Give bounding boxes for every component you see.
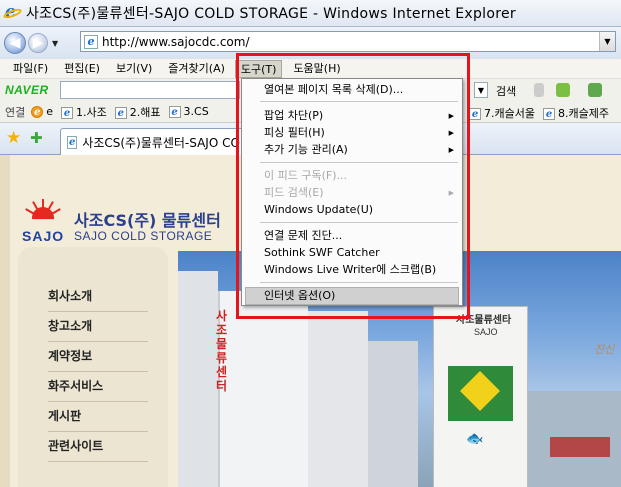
tab-page-icon: e — [67, 135, 78, 149]
building-sign-sajo: SAJO — [474, 327, 498, 337]
brand-name-en[interactable]: SAJO COLD STORAGE — [74, 229, 212, 243]
toolbar-separator-icon — [534, 83, 544, 97]
naver-dropdown-icon[interactable]: ▼ — [474, 82, 488, 98]
link-item[interactable]: e 8.캐슬제주 — [543, 105, 609, 121]
window-title-bar: e 사조CS(주)물류센터-SAJO COLD STORAGE - Window… — [0, 0, 621, 27]
building-sign-vertical: 사조물류센터 — [216, 309, 228, 393]
menu-edit[interactable]: 편집(E) — [59, 60, 105, 78]
menu-favorites[interactable]: 즐겨찾기(A) — [163, 60, 230, 78]
menu-view[interactable]: 보기(V) — [111, 60, 157, 78]
site-left-nav: 회사소개 창고소개 계약정보 화주서비스 게시판 관련사이트 — [18, 247, 168, 487]
nav-contract[interactable]: 계약정보 — [48, 347, 148, 372]
fish-mural-icon: 🐟 — [466, 431, 484, 447]
slogan-text: 진신 — [594, 343, 615, 356]
naver-search-input[interactable] — [60, 81, 240, 99]
tab-current[interactable]: e 사조CS(주)물류센터-SAJO COLD STORAGE — [60, 128, 260, 155]
back-button[interactable]: ◀ — [4, 32, 26, 54]
link-item[interactable]: e 7.캐슬서울 — [469, 105, 535, 121]
address-url[interactable]: http://www.sajocdc.com/ — [102, 35, 250, 49]
favorites-star-icon[interactable]: ★ — [6, 129, 21, 147]
page-frame — [0, 155, 10, 487]
tab-title: 사조CS(주)물류센터-SAJO COLD STORAGE — [82, 135, 259, 150]
links-label: 연결 — [5, 105, 26, 119]
brand-name-ko[interactable]: 사조CS(주) 물류센터 — [74, 207, 221, 231]
naver-search-button[interactable]: 검색 — [496, 83, 516, 99]
sajo-sun-logo-icon — [22, 199, 64, 223]
nav-warehouse[interactable]: 창고소개 — [48, 317, 148, 342]
link-item[interactable]: e 3.CS — [168, 105, 209, 118]
link-item[interactable]: e 2.해표 — [114, 104, 161, 120]
nav-board[interactable]: 게시판 — [48, 407, 148, 432]
toolbar-refresh-icon[interactable] — [588, 83, 602, 97]
page-icon: e — [84, 34, 98, 49]
link-item[interactable]: e 1.사조 — [61, 104, 107, 120]
add-favorite-icon[interactable]: ✚ — [30, 129, 43, 147]
highlight-annotation-box — [236, 53, 470, 319]
window-title: 사조CS(주)물류센터-SAJO COLD STORAGE - Windows … — [26, 6, 516, 22]
forward-button[interactable]: ▶ — [28, 33, 48, 53]
address-bar[interactable]: e http://www.sajocdc.com/ ▼ — [80, 31, 616, 52]
toolbar-addon-icon[interactable] — [556, 83, 570, 97]
nav-company[interactable]: 회사소개 — [48, 287, 148, 312]
nav-related-sites[interactable]: 관련사이트 — [48, 437, 148, 462]
logo-word: SAJO — [22, 228, 65, 244]
nav-client-service[interactable]: 화주서비스 — [48, 377, 148, 402]
menu-file[interactable]: 파일(F) — [8, 60, 53, 78]
link-item[interactable]: ee — [31, 105, 53, 118]
naver-logo: NAVER — [5, 83, 49, 97]
address-dropdown-icon[interactable]: ▼ — [599, 32, 615, 51]
ie-logo-icon: e — [2, 2, 23, 22]
history-dropdown-icon[interactable]: ▼ — [52, 39, 58, 48]
